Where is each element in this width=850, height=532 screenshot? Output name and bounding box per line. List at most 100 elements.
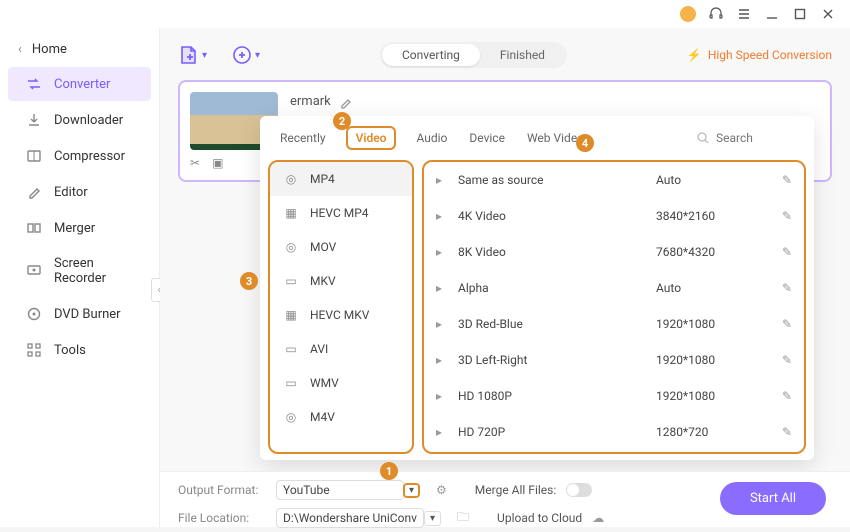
preset-icon: ▸ bbox=[436, 317, 458, 331]
preset-list[interactable]: ▸Same as sourceAuto✎ ▸4K Video3840*2160✎… bbox=[422, 160, 806, 454]
bolt-icon: ⚡ bbox=[687, 48, 702, 62]
step-badge-4: 4 bbox=[576, 134, 594, 152]
edit-preset-icon[interactable]: ✎ bbox=[782, 281, 792, 295]
format-item-mkv[interactable]: ▭MKV bbox=[270, 264, 412, 298]
sidebar-item-label: Downloader bbox=[54, 113, 123, 128]
account-avatar[interactable] bbox=[680, 6, 696, 22]
tab-recently[interactable]: Recently bbox=[278, 127, 328, 149]
crop-icon[interactable]: ▣ bbox=[212, 156, 223, 170]
edit-preset-icon[interactable]: ✎ bbox=[782, 425, 792, 439]
maximize-icon[interactable] bbox=[792, 6, 808, 22]
format-item-hevc-mp4[interactable]: ▦HEVC MP4 bbox=[270, 196, 412, 230]
close-icon[interactable] bbox=[820, 6, 836, 22]
sidebar-item-dvd-burner[interactable]: DVD Burner bbox=[8, 297, 151, 331]
sidebar-item-tools[interactable]: Tools bbox=[8, 333, 151, 367]
segment-finished[interactable]: Finished bbox=[480, 44, 565, 66]
search-icon bbox=[696, 131, 710, 145]
tab-audio[interactable]: Audio bbox=[414, 127, 449, 149]
folder-icon[interactable]: 🗀 bbox=[457, 508, 469, 529]
sidebar-item-label: Screen Recorder bbox=[54, 256, 133, 286]
output-format-label: Output Format: bbox=[178, 483, 266, 497]
trim-icon[interactable]: ✂ bbox=[190, 156, 200, 170]
converter-icon bbox=[26, 76, 42, 92]
sidebar-item-compressor[interactable]: Compressor bbox=[8, 139, 151, 173]
preset-item[interactable]: ▸AlphaAuto✎ bbox=[424, 270, 804, 306]
chevron-left-icon: ‹ bbox=[18, 42, 22, 57]
format-item-wmv[interactable]: ▭WMV bbox=[270, 366, 412, 400]
output-format-dropdown-button[interactable]: ▾ bbox=[403, 483, 420, 498]
tab-device[interactable]: Device bbox=[467, 127, 507, 149]
edit-preset-icon[interactable]: ✎ bbox=[782, 389, 792, 403]
status-segment: Converting Finished bbox=[380, 42, 567, 68]
format-list[interactable]: ◎MP4 ▦HEVC MP4 ◎MOV ▭MKV ▦HEVC MKV ▭AVI … bbox=[268, 160, 414, 454]
sidebar-item-screen-recorder[interactable]: Screen Recorder bbox=[8, 247, 151, 295]
file-location-dropdown-button[interactable]: ▾ bbox=[424, 511, 441, 526]
format-item-m4v[interactable]: ◎M4V bbox=[270, 400, 412, 434]
segment-converting[interactable]: Converting bbox=[382, 44, 480, 66]
high-speed-link[interactable]: ⚡High Speed Conversion bbox=[687, 48, 832, 62]
sidebar-item-label: DVD Burner bbox=[54, 307, 121, 322]
rename-icon[interactable] bbox=[339, 95, 353, 109]
output-format-select[interactable] bbox=[276, 480, 404, 500]
minimize-icon[interactable] bbox=[764, 6, 780, 22]
dvd-burner-icon bbox=[26, 306, 42, 322]
preset-icon: ▸ bbox=[436, 173, 458, 187]
file-title-partial: ermark bbox=[290, 94, 331, 109]
edit-preset-icon[interactable]: ✎ bbox=[782, 173, 792, 187]
titlebar bbox=[0, 0, 850, 28]
sidebar-item-label: Converter bbox=[54, 77, 110, 92]
preset-icon: ▸ bbox=[436, 245, 458, 259]
preset-item[interactable]: ▸Same as sourceAuto✎ bbox=[424, 162, 804, 198]
merge-label: Merge All Files: bbox=[475, 483, 556, 497]
menu-icon[interactable] bbox=[736, 6, 752, 22]
step-badge-2: 2 bbox=[333, 112, 351, 130]
preset-item[interactable]: ▸HD 720P1280*720✎ bbox=[424, 414, 804, 450]
format-popover: Recently Video Audio Device Web Video ◎M… bbox=[260, 116, 814, 460]
edit-preset-icon[interactable]: ✎ bbox=[782, 317, 792, 331]
format-item-mov[interactable]: ◎MOV bbox=[270, 230, 412, 264]
video-format-icon: ▦ bbox=[282, 206, 300, 220]
sidebar-home-label: Home bbox=[32, 42, 67, 57]
sidebar-item-merger[interactable]: Merger bbox=[8, 211, 151, 245]
sidebar-item-downloader[interactable]: Downloader bbox=[8, 103, 151, 137]
main-toolbar: ▾ ▾ Converting Finished ⚡High Speed Conv… bbox=[178, 42, 832, 68]
preset-item[interactable]: ▸3D Left-Right1920*1080✎ bbox=[424, 342, 804, 378]
video-format-icon: ◎ bbox=[282, 240, 300, 254]
file-location-label: File Location: bbox=[178, 511, 266, 525]
gear-icon[interactable]: ⚙ bbox=[436, 483, 447, 497]
add-file-button[interactable]: ▾ bbox=[178, 44, 207, 66]
editor-icon bbox=[26, 184, 42, 200]
format-item-hevc-mkv[interactable]: ▦HEVC MKV bbox=[270, 298, 412, 332]
file-location-select[interactable] bbox=[276, 508, 424, 528]
sidebar-item-label: Tools bbox=[54, 343, 86, 358]
screen-recorder-icon bbox=[26, 263, 42, 279]
sidebar-item-editor[interactable]: Editor bbox=[8, 175, 151, 209]
search-input[interactable] bbox=[716, 131, 796, 145]
sidebar-item-label: Compressor bbox=[54, 149, 125, 164]
cloud-icon[interactable]: ☁ bbox=[592, 511, 604, 525]
start-all-button[interactable]: Start All bbox=[720, 482, 826, 515]
step-badge-3: 3 bbox=[240, 272, 258, 290]
merger-icon bbox=[26, 220, 42, 236]
tab-video[interactable]: Video bbox=[346, 126, 397, 150]
format-item-mp4[interactable]: ◎MP4 bbox=[270, 162, 412, 196]
add-url-button[interactable]: ▾ bbox=[231, 44, 260, 66]
edit-preset-icon[interactable]: ✎ bbox=[782, 245, 792, 259]
chevron-down-icon: ▾ bbox=[202, 50, 207, 61]
video-format-icon: ◎ bbox=[282, 410, 300, 424]
format-item-avi[interactable]: ▭AVI bbox=[270, 332, 412, 366]
sidebar-item-converter[interactable]: Converter bbox=[8, 67, 151, 101]
preset-item[interactable]: ▸4K Video3840*2160✎ bbox=[424, 198, 804, 234]
step-badge-1: 1 bbox=[380, 462, 398, 480]
preset-icon: ▸ bbox=[436, 209, 458, 223]
edit-preset-icon[interactable]: ✎ bbox=[782, 209, 792, 223]
preset-item[interactable]: ▸8K Video7680*4320✎ bbox=[424, 234, 804, 270]
sidebar-home[interactable]: ‹ Home bbox=[0, 34, 159, 65]
preset-icon: ▸ bbox=[436, 353, 458, 367]
edit-preset-icon[interactable]: ✎ bbox=[782, 353, 792, 367]
merge-toggle[interactable] bbox=[566, 483, 592, 497]
support-icon[interactable] bbox=[708, 6, 724, 22]
video-format-icon: ▦ bbox=[282, 308, 300, 322]
preset-item[interactable]: ▸HD 1080P1920*1080✎ bbox=[424, 378, 804, 414]
preset-item[interactable]: ▸3D Red-Blue1920*1080✎ bbox=[424, 306, 804, 342]
